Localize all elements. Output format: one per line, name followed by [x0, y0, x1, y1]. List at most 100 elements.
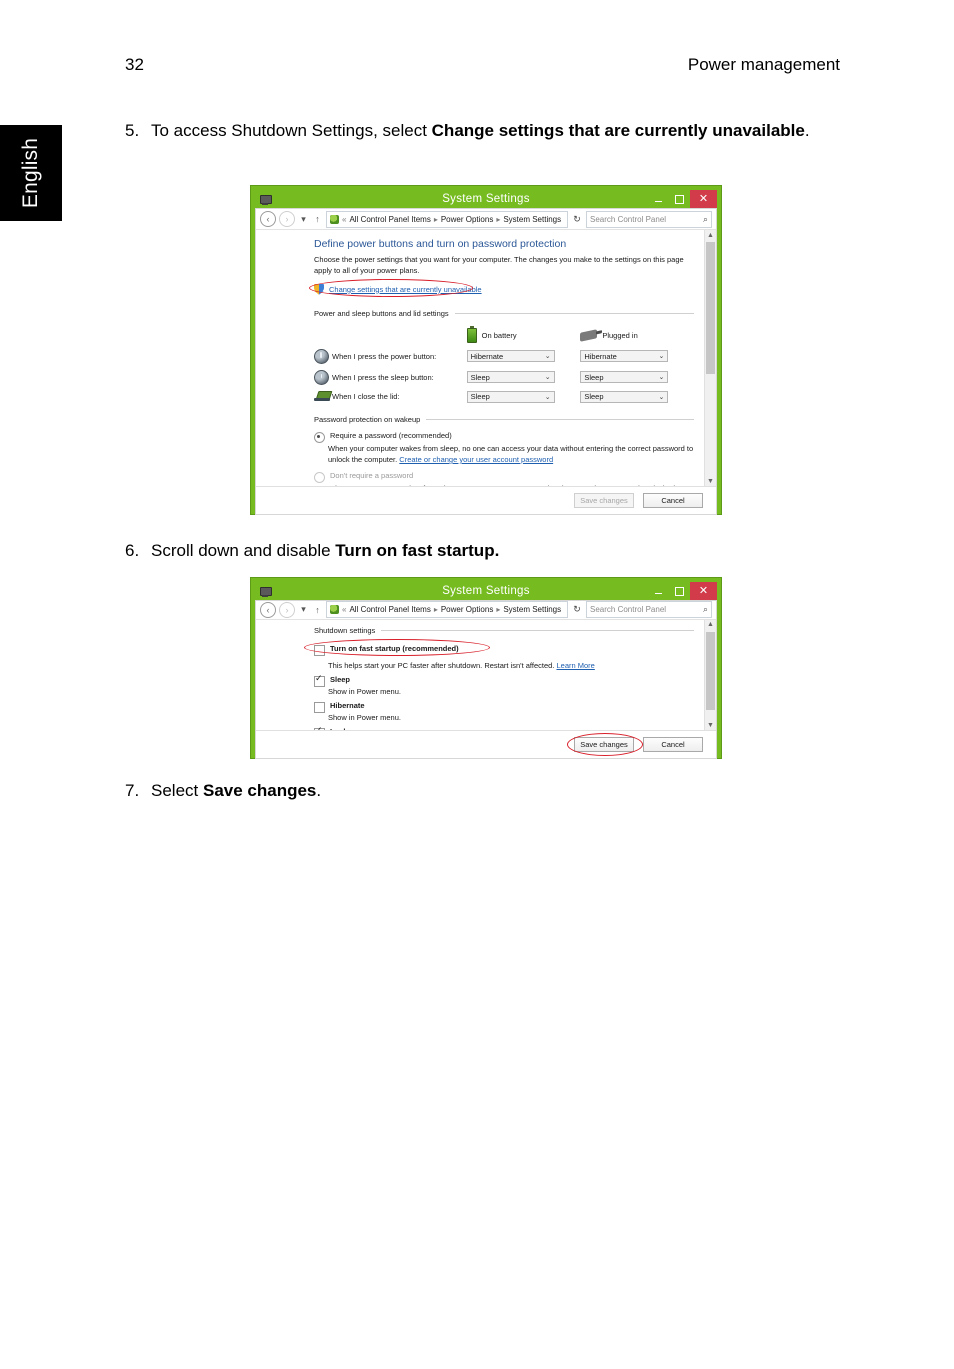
column-on-battery-label: On battery: [481, 330, 517, 340]
divider: [426, 418, 694, 420]
chevron-down-icon: ▾: [301, 213, 306, 224]
no-password-radio[interactable]: [314, 472, 325, 484]
breadcrumb-item-2[interactable]: Power Options: [441, 605, 493, 614]
up-arrow-icon: ↑: [315, 604, 320, 615]
forward-button[interactable]: ›: [279, 601, 295, 618]
learn-more-link[interactable]: Learn More: [556, 661, 594, 670]
window-2-titlebar[interactable]: System Settings ✕: [255, 582, 717, 600]
breadcrumb-item-3[interactable]: System Settings: [503, 605, 561, 614]
content-scrollbar[interactable]: ▲ ▼: [704, 230, 716, 486]
close-lid-battery-select[interactable]: Sleep ⌄: [466, 390, 555, 403]
back-button[interactable]: ‹: [260, 601, 276, 618]
breadcrumb-separator-1: ▸: [433, 214, 438, 224]
scroll-up-arrow[interactable]: ▲: [705, 620, 716, 630]
search-input[interactable]: Search Control Panel ⌕: [586, 210, 712, 228]
step-5-line2-bold: currently unavailable: [634, 121, 805, 140]
up-button[interactable]: ↑: [312, 214, 323, 224]
sleep-label: Sleep: [330, 674, 351, 684]
maximize-button[interactable]: [669, 582, 690, 600]
window-1-footer: Save changes Cancel: [256, 486, 716, 514]
address-dropdown-icon[interactable]: ⌄: [567, 605, 568, 614]
running-head: Power management: [687, 55, 840, 74]
close-button[interactable]: ✕: [690, 190, 717, 208]
back-icon: ‹: [266, 604, 270, 615]
scrollbar-thumb[interactable]: [706, 631, 715, 710]
require-password-label: Require a password (recommended): [330, 430, 452, 440]
control-panel-icon: [330, 605, 339, 615]
chevron-down-icon: ⌄: [658, 374, 665, 382]
address-breadcrumb-bar[interactable]: « All Control Panel Items ▸ Power Option…: [326, 601, 568, 619]
refresh-button[interactable]: ↻: [571, 214, 583, 225]
sleep-checkbox[interactable]: [314, 674, 325, 687]
window-1-navbar[interactable]: ‹ › ▾ ↑ « All Control Panel Items ▸ Powe…: [256, 209, 716, 231]
window-2-navbar[interactable]: ‹ › ▾ ↑ « All Control Panel Items ▸ Powe…: [256, 601, 716, 620]
search-placeholder: Search Control Panel: [590, 605, 667, 615]
chevron-down-icon: ⌄: [658, 353, 665, 361]
step-6-text: Scroll down and disable Turn on fast sta…: [151, 538, 840, 564]
require-password-description: When your computer wakes from sleep, no …: [328, 443, 694, 466]
window-2-controls[interactable]: ✕: [648, 582, 717, 600]
step-7-plain-a: Select: [151, 781, 203, 800]
window-1-controls[interactable]: ✕: [648, 190, 717, 208]
power-button-plugged-value: Hibernate: [584, 351, 617, 361]
sleep-button-plugged-value: Sleep: [584, 372, 604, 382]
chevron-down-icon: ⌄: [544, 393, 551, 401]
back-button[interactable]: ‹: [260, 211, 276, 227]
address-breadcrumb-bar[interactable]: « All Control Panel Items ▸ Power Option…: [326, 210, 568, 228]
require-password-option[interactable]: Require a password (recommended): [314, 431, 694, 443]
refresh-button[interactable]: ↻: [571, 604, 583, 615]
breadcrumb-item-3[interactable]: System Settings: [503, 215, 561, 224]
dialog1-heading: Define power buttons and turn on passwor…: [314, 238, 567, 251]
power-button-battery-select[interactable]: Hibernate ⌄: [466, 350, 555, 363]
breadcrumb-item-1[interactable]: All Control Panel Items: [349, 215, 430, 224]
breadcrumb-item-2[interactable]: Power Options: [441, 215, 493, 224]
step-6-number: 6.: [125, 541, 140, 560]
no-password-label: Don't require a password: [330, 471, 414, 481]
search-input[interactable]: Search Control Panel ⌕: [586, 601, 712, 619]
hibernate-option[interactable]: Hibernate: [314, 701, 694, 713]
sleep-button-battery-select[interactable]: Sleep ⌄: [466, 371, 555, 384]
cancel-button[interactable]: Cancel: [643, 737, 703, 752]
save-changes-button[interactable]: Save changes: [574, 737, 634, 752]
up-arrow-icon: ↑: [315, 214, 320, 224]
scroll-down-arrow[interactable]: ▼: [705, 476, 716, 486]
recent-locations-button[interactable]: ▾: [298, 604, 309, 615]
no-password-option[interactable]: Don't require a password: [314, 471, 694, 484]
address-dropdown-icon[interactable]: ⌄: [567, 215, 568, 224]
fast-startup-checkbox[interactable]: [314, 644, 325, 656]
breadcrumb-overflow[interactable]: «: [342, 605, 346, 614]
system-settings-window-2[interactable]: System Settings ✕ ‹ › ▾ ↑ « All Control …: [250, 577, 722, 759]
sleep-option[interactable]: Sleep: [314, 674, 694, 687]
content-scrollbar[interactable]: ▲ ▼: [704, 619, 716, 730]
breadcrumb-overflow[interactable]: «: [342, 215, 346, 224]
breadcrumb-item-1[interactable]: All Control Panel Items: [349, 605, 430, 614]
fast-startup-option[interactable]: Turn on fast startup (recommended): [314, 644, 459, 656]
power-button-plugged-select[interactable]: Hibernate ⌄: [580, 350, 669, 363]
forward-button[interactable]: ›: [279, 211, 295, 227]
up-button[interactable]: ↑: [312, 605, 323, 615]
cancel-button[interactable]: Cancel: [643, 493, 703, 508]
sleep-button-row-label: When I press the sleep button:: [332, 372, 434, 382]
hibernate-checkbox[interactable]: [314, 701, 325, 713]
control-panel-icon: [330, 214, 339, 224]
scroll-down-arrow[interactable]: ▼: [705, 720, 716, 730]
create-change-password-link[interactable]: Create or change your user account passw…: [399, 455, 553, 464]
close-lid-plugged-select[interactable]: Sleep ⌄: [580, 390, 669, 403]
power-plug-icon: [580, 328, 598, 342]
close-button[interactable]: ✕: [690, 582, 717, 600]
system-settings-window-1[interactable]: System Settings ✕ ‹ › ▾ ↑ « All Control …: [250, 185, 722, 515]
scrollbar-thumb[interactable]: [706, 242, 715, 375]
window-1-titlebar[interactable]: System Settings ✕: [255, 190, 717, 208]
scroll-up-arrow[interactable]: ▲: [705, 230, 716, 240]
close-icon: ✕: [698, 192, 709, 205]
require-password-radio[interactable]: [314, 431, 325, 443]
back-icon: ‹: [266, 214, 270, 224]
recent-locations-button[interactable]: ▾: [298, 214, 309, 225]
save-changes-button[interactable]: Save changes: [574, 493, 634, 508]
minimize-button[interactable]: [648, 190, 669, 208]
power-buttons-table: On battery Plugged in When I press the p…: [314, 325, 694, 406]
change-settings-unavailable-link[interactable]: Change settings that are currently unava…: [314, 283, 482, 295]
minimize-button[interactable]: [648, 582, 669, 600]
maximize-button[interactable]: [669, 190, 690, 208]
sleep-button-plugged-select[interactable]: Sleep ⌄: [580, 371, 669, 384]
